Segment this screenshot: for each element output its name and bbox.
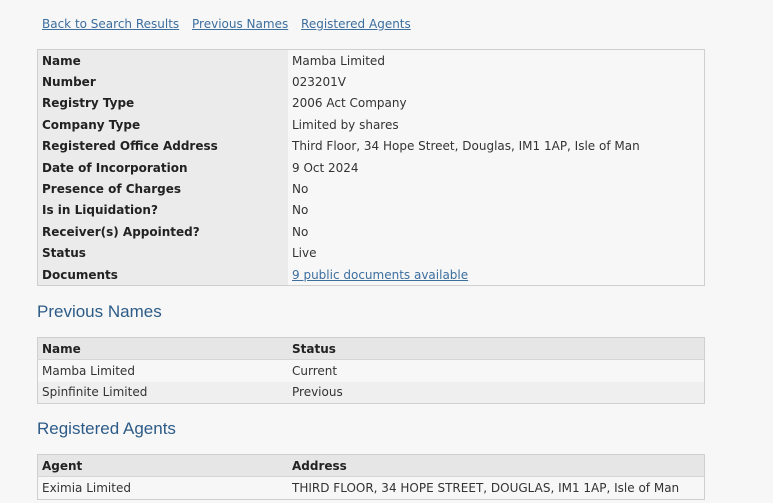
detail-row-status: Status Live [37, 242, 705, 264]
detail-label: Number [37, 71, 288, 93]
previous-names-table: Name Status Mamba Limited Current Spinfi… [37, 337, 705, 405]
public-documents-link[interactable]: 9 public documents available [292, 268, 468, 282]
detail-row-registry-type: Registry Type 2006 Act Company [37, 92, 705, 115]
registered-agents-heading: Registered Agents [37, 419, 176, 438]
detail-row-company-type: Company Type Limited by shares [37, 114, 705, 136]
detail-value: Third Floor, 34 Hope Street, Douglas, IM… [288, 135, 705, 157]
detail-label: Registered Office Address [37, 135, 288, 157]
table-row: Spinfinite Limited Previous [37, 381, 705, 404]
detail-label: Status [37, 242, 288, 264]
agent-address-cell: THIRD FLOOR, 34 HOPE STREET, DOUGLAS, IM… [292, 481, 680, 496]
documents-cell: 9 public documents available [288, 263, 705, 286]
detail-row-receivers: Receiver(s) Appointed? No [37, 221, 705, 243]
detail-value: No [288, 221, 705, 243]
agent-name-cell: Eximia Limited [42, 481, 131, 496]
previous-name-cell: Spinfinite Limited [37, 381, 288, 404]
detail-row-charges: Presence of Charges No [37, 178, 705, 200]
registered-agents-link[interactable]: Registered Agents [301, 17, 411, 31]
detail-row-registered-office: Registered Office Address Third Floor, 3… [37, 135, 705, 157]
detail-row-documents: Documents 9 public documents available [37, 263, 705, 286]
detail-row-date-of-incorporation: Date of Incorporation 9 Oct 2024 [37, 156, 705, 179]
column-header-status: Status [288, 337, 705, 361]
detail-value: 9 Oct 2024 [288, 156, 705, 179]
detail-row-liquidation: Is in Liquidation? No [37, 199, 705, 222]
status-value: Live [288, 242, 705, 264]
column-header-name: Name [37, 337, 288, 361]
previous-names-link[interactable]: Previous Names [192, 17, 288, 31]
detail-value: 023201V [288, 71, 705, 93]
table-header-row: Name Status [37, 337, 705, 361]
detail-label: Receiver(s) Appointed? [37, 221, 288, 243]
back-to-search-results-link[interactable]: Back to Search Results [42, 17, 179, 31]
previous-name-cell: Mamba Limited [42, 364, 135, 379]
detail-label: Documents [37, 263, 288, 286]
detail-row-number: Number 023201V [37, 71, 705, 93]
detail-value: Limited by shares [288, 114, 705, 136]
detail-value: No [288, 199, 705, 222]
table-row: Mamba Limited Current [38, 360, 705, 382]
detail-value: 2006 Act Company [288, 92, 705, 115]
previous-names-heading: Previous Names [37, 302, 162, 321]
registered-agents-table: Agent Address Eximia Limited THIRD FLOOR… [37, 454, 705, 500]
detail-label: Company Type [37, 114, 288, 136]
previous-name-status-cell: Current [292, 364, 338, 379]
column-header-agent: Agent [37, 454, 288, 478]
top-navigation: Back to Search Results Previous Names Re… [42, 17, 420, 31]
detail-label: Is in Liquidation? [37, 199, 288, 222]
detail-label: Name [37, 49, 288, 72]
table-header-row: Agent Address [37, 454, 705, 478]
column-header-address: Address [288, 454, 705, 478]
company-details-table: Name Mamba Limited Number 023201V Regist… [37, 49, 705, 287]
detail-label: Presence of Charges [37, 178, 288, 200]
detail-value: No [288, 178, 705, 200]
detail-label: Date of Incorporation [37, 156, 288, 179]
detail-row-name: Name Mamba Limited [37, 49, 705, 72]
table-row: Eximia Limited THIRD FLOOR, 34 HOPE STRE… [38, 477, 705, 499]
previous-name-status-cell: Previous [288, 381, 705, 404]
detail-value: Mamba Limited [288, 49, 705, 72]
detail-label: Registry Type [37, 92, 288, 115]
